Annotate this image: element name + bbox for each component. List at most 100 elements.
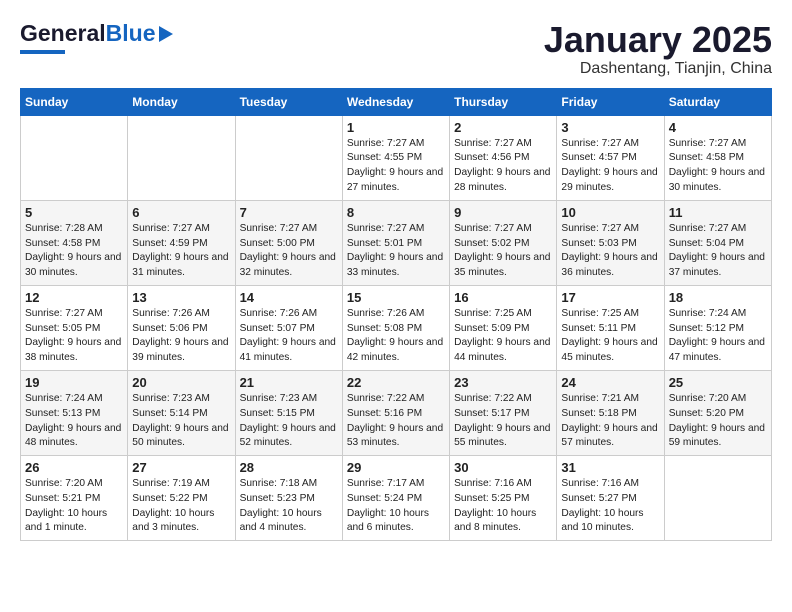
day-info: Sunrise: 7:27 AMSunset: 5:04 PMDaylight:… [669,222,767,281]
day-number: 24 [561,375,659,390]
day-header-tuesday: Tuesday [235,88,342,115]
calendar-cell: 19 Sunrise: 7:24 AMSunset: 5:13 PMDayligh… [21,370,128,455]
day-header-wednesday: Wednesday [342,88,449,115]
day-info: Sunrise: 7:27 AMSunset: 5:02 PMDaylight:… [454,222,552,281]
day-info: Sunrise: 7:27 AMSunset: 4:55 PMDaylight:… [347,137,445,196]
calendar-cell: 3 Sunrise: 7:27 AMSunset: 4:57 PMDaylight… [557,115,664,200]
day-header-thursday: Thursday [450,88,557,115]
day-info: Sunrise: 7:27 AMSunset: 5:05 PMDaylight:… [25,307,123,366]
week-row-4: 19 Sunrise: 7:24 AMSunset: 5:13 PMDayligh… [21,370,772,455]
header-row: SundayMondayTuesdayWednesdayThursdayFrid… [21,88,772,115]
day-number: 23 [454,375,552,390]
day-number: 11 [669,205,767,220]
calendar-cell: 24 Sunrise: 7:21 AMSunset: 5:18 PMDayligh… [557,370,664,455]
day-info: Sunrise: 7:16 AMSunset: 5:27 PMDaylight:… [561,477,659,536]
calendar-cell: 7 Sunrise: 7:27 AMSunset: 5:00 PMDaylight… [235,200,342,285]
location-subtitle: Dashentang, Tianjin, China [544,60,772,78]
calendar-cell: 2Sunrise: 7:27 AMSunset: 4:56 PMDaylight… [450,115,557,200]
logo-arrow-icon [159,26,173,42]
day-number: 10 [561,205,659,220]
day-info: Sunrise: 7:27 AMSunset: 4:57 PMDaylight:… [561,137,659,196]
day-info: Sunrise: 7:19 AMSunset: 5:22 PMDaylight:… [132,477,230,536]
calendar-cell: 26 Sunrise: 7:20 AMSunset: 5:21 PMDayligh… [21,456,128,541]
day-header-sunday: Sunday [21,88,128,115]
day-number: 31 [561,460,659,475]
month-title: January 2025 [544,20,772,60]
day-number: 2 [454,120,552,135]
day-info: Sunrise: 7:25 AMSunset: 5:11 PMDaylight:… [561,307,659,366]
calendar-cell: 4 Sunrise: 7:27 AMSunset: 4:58 PMDaylight… [664,115,771,200]
calendar-cell: 14Sunrise: 7:26 AMSunset: 5:07 PMDayligh… [235,285,342,370]
day-number: 18 [669,290,767,305]
logo-underline [20,50,65,54]
logo: GeneralBlue [20,20,173,54]
week-row-1: 1 Sunrise: 7:27 AMSunset: 4:55 PMDaylight… [21,115,772,200]
calendar-cell: 11 Sunrise: 7:27 AMSunset: 5:04 PMDayligh… [664,200,771,285]
calendar-cell: 16Sunrise: 7:25 AMSunset: 5:09 PMDayligh… [450,285,557,370]
day-info: Sunrise: 7:16 AMSunset: 5:25 PMDaylight:… [454,477,552,536]
day-number: 29 [347,460,445,475]
calendar-cell: 5Sunrise: 7:28 AMSunset: 4:58 PMDaylight… [21,200,128,285]
day-info: Sunrise: 7:22 AMSunset: 5:16 PMDaylight:… [347,392,445,451]
day-number: 25 [669,375,767,390]
day-header-friday: Friday [557,88,664,115]
day-number: 4 [669,120,767,135]
day-number: 12 [25,290,123,305]
day-info: Sunrise: 7:20 AMSunset: 5:21 PMDaylight:… [25,477,123,536]
calendar-cell: 29 Sunrise: 7:17 AMSunset: 5:24 PMDayligh… [342,456,449,541]
day-number: 9 [454,205,552,220]
calendar-cell [128,115,235,200]
calendar-cell: 12 Sunrise: 7:27 AMSunset: 5:05 PMDayligh… [21,285,128,370]
calendar-cell [664,456,771,541]
day-number: 20 [132,375,230,390]
logo-blue-text: Blue [106,20,156,46]
day-header-monday: Monday [128,88,235,115]
day-number: 13 [132,290,230,305]
calendar-cell: 31 Sunrise: 7:16 AMSunset: 5:27 PMDayligh… [557,456,664,541]
day-info: Sunrise: 7:27 AMSunset: 5:00 PMDaylight:… [240,222,338,281]
calendar-header: SundayMondayTuesdayWednesdayThursdayFrid… [21,88,772,115]
calendar-cell: 28Sunrise: 7:18 AMSunset: 5:23 PMDayligh… [235,456,342,541]
title-block: January 2025 Dashentang, Tianjin, China [544,20,772,78]
day-info: Sunrise: 7:25 AMSunset: 5:09 PMDaylight:… [454,307,552,366]
day-info: Sunrise: 7:24 AMSunset: 5:13 PMDaylight:… [25,392,123,451]
week-row-5: 26 Sunrise: 7:20 AMSunset: 5:21 PMDayligh… [21,456,772,541]
calendar-cell: 10 Sunrise: 7:27 AMSunset: 5:03 PMDayligh… [557,200,664,285]
day-info: Sunrise: 7:23 AMSunset: 5:14 PMDaylight:… [132,392,230,451]
day-number: 3 [561,120,659,135]
calendar-body: 1 Sunrise: 7:27 AMSunset: 4:55 PMDaylight… [21,115,772,541]
day-number: 30 [454,460,552,475]
day-info: Sunrise: 7:26 AMSunset: 5:06 PMDaylight:… [132,307,230,366]
week-row-3: 12 Sunrise: 7:27 AMSunset: 5:05 PMDayligh… [21,285,772,370]
day-number: 14 [240,290,338,305]
calendar-cell [21,115,128,200]
day-number: 5 [25,205,123,220]
calendar-cell: 20 Sunrise: 7:23 AMSunset: 5:14 PMDayligh… [128,370,235,455]
day-info: Sunrise: 7:20 AMSunset: 5:20 PMDaylight:… [669,392,767,451]
day-info: Sunrise: 7:24 AMSunset: 5:12 PMDaylight:… [669,307,767,366]
day-number: 7 [240,205,338,220]
calendar-cell: 18 Sunrise: 7:24 AMSunset: 5:12 PMDayligh… [664,285,771,370]
day-info: Sunrise: 7:27 AMSunset: 4:58 PMDaylight:… [669,137,767,196]
day-info: Sunrise: 7:27 AMSunset: 4:59 PMDaylight:… [132,222,230,281]
day-info: Sunrise: 7:23 AMSunset: 5:15 PMDaylight:… [240,392,338,451]
day-number: 26 [25,460,123,475]
calendar-cell: 13 Sunrise: 7:26 AMSunset: 5:06 PMDayligh… [128,285,235,370]
day-number: 15 [347,290,445,305]
calendar-cell: 23Sunrise: 7:22 AMSunset: 5:17 PMDayligh… [450,370,557,455]
calendar-cell: 30 Sunrise: 7:16 AMSunset: 5:25 PMDayligh… [450,456,557,541]
logo-general: GeneralBlue [20,20,156,47]
calendar-cell: 21Sunrise: 7:23 AMSunset: 5:15 PMDayligh… [235,370,342,455]
calendar-cell: 15Sunrise: 7:26 AMSunset: 5:08 PMDayligh… [342,285,449,370]
day-number: 19 [25,375,123,390]
day-info: Sunrise: 7:17 AMSunset: 5:24 PMDaylight:… [347,477,445,536]
day-info: Sunrise: 7:27 AMSunset: 5:03 PMDaylight:… [561,222,659,281]
calendar-cell [235,115,342,200]
day-number: 8 [347,205,445,220]
day-info: Sunrise: 7:21 AMSunset: 5:18 PMDaylight:… [561,392,659,451]
day-number: 17 [561,290,659,305]
calendar-cell: 1 Sunrise: 7:27 AMSunset: 4:55 PMDaylight… [342,115,449,200]
day-info: Sunrise: 7:18 AMSunset: 5:23 PMDaylight:… [240,477,338,536]
day-number: 1 [347,120,445,135]
calendar-cell: 25 Sunrise: 7:20 AMSunset: 5:20 PMDayligh… [664,370,771,455]
